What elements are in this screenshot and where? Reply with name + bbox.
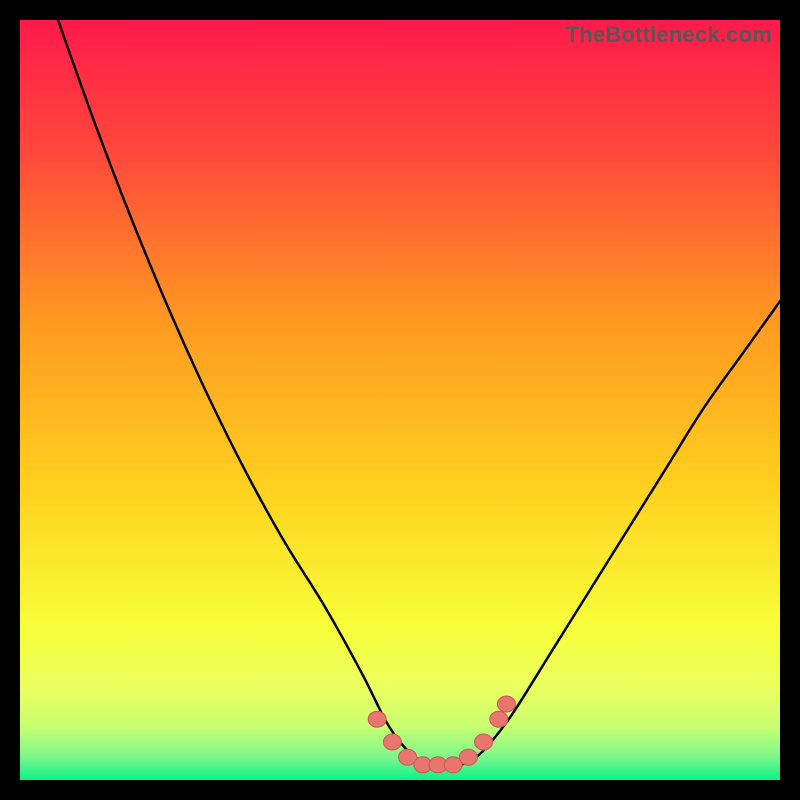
chart-svg <box>20 20 780 780</box>
highlight-marker <box>459 749 477 765</box>
watermark-text: TheBottleneck.com <box>566 22 772 48</box>
highlight-marker <box>383 734 401 750</box>
highlight-marker <box>368 711 386 727</box>
highlight-marker <box>475 734 493 750</box>
chart-frame: TheBottleneck.com <box>20 20 780 780</box>
highlight-marker <box>490 711 508 727</box>
highlight-marker <box>497 696 515 712</box>
gradient-bg <box>20 20 780 780</box>
